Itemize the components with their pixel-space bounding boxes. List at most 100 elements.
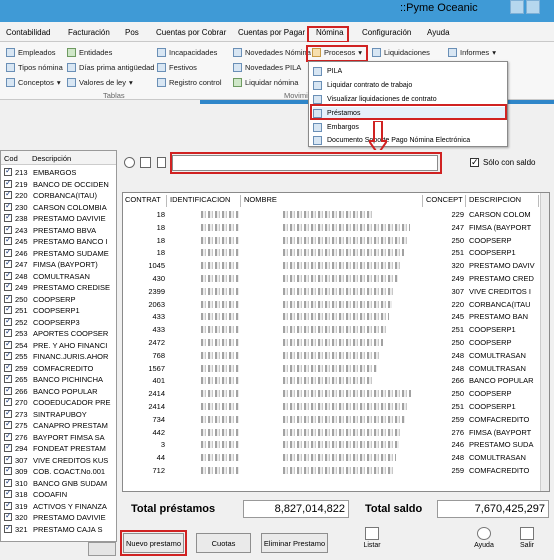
item-checkbox[interactable] [4, 294, 12, 303]
cuotas-button[interactable]: Cuotas [196, 533, 251, 553]
listar-button[interactable]: Listar [358, 527, 386, 549]
col-header-descripcion[interactable]: DESCRIPCION [467, 195, 539, 207]
solo-saldo-checkbox[interactable]: ✓ [470, 158, 479, 167]
list-item[interactable]: 320 PRESTAMO DAVIVIE [1, 512, 116, 523]
ribbon-empleados[interactable]: Empleados [6, 48, 56, 57]
list-item[interactable]: 255 FINANC.JURIS.AHOR [1, 351, 116, 362]
item-checkbox[interactable] [4, 466, 12, 475]
item-checkbox[interactable] [4, 340, 12, 349]
list-item[interactable]: 294 FONDEAT PRESTAM [1, 443, 116, 454]
item-checkbox[interactable] [4, 432, 12, 441]
col-header-identificacion[interactable]: IDENTIFICACION [168, 195, 241, 207]
ribbon-conceptos[interactable]: Conceptos ▾ [6, 78, 61, 87]
list-item[interactable]: 220 CORBANCA(ITAU) [1, 190, 116, 201]
table-row[interactable]: 44 248 COMULTRASAN [123, 452, 549, 463]
table-row[interactable]: 18 229 CARSON COLOM [123, 209, 549, 220]
list-item[interactable]: 238 PRESTAMO DAVIVIE [1, 213, 116, 224]
list-item[interactable]: 243 PRESTAMO BBVA [1, 225, 116, 236]
item-checkbox[interactable] [4, 501, 12, 510]
table-row[interactable]: 2414 250 COOPSERP [123, 388, 549, 399]
table-row[interactable]: 2472 250 COOPSERP [123, 337, 549, 348]
menu-item-pila[interactable]: PILA [313, 65, 505, 78]
item-checkbox[interactable] [4, 282, 12, 291]
item-checkbox[interactable] [4, 420, 12, 429]
list-item[interactable]: 273 SINTRAPUBOY [1, 409, 116, 420]
tab-pos[interactable]: Pos [125, 28, 139, 37]
ribbon-registro-control[interactable]: Registro control [157, 78, 222, 87]
ribbon-novedades-pila[interactable]: Novedades PILA [233, 63, 301, 72]
menu-item-documento-soporte[interactable]: Documento Soporte Pago Nómina Electrónic… [313, 134, 505, 147]
tab-cuentas-cobrar[interactable]: Cuentas por Cobrar [156, 28, 226, 37]
item-checkbox[interactable] [4, 259, 12, 268]
item-checkbox[interactable] [4, 271, 12, 280]
table-row[interactable]: 2414 251 COOPSERP1 [123, 401, 549, 412]
table-row[interactable]: 1045 320 PRESTAMO DAVIV [123, 260, 549, 271]
list-item[interactable]: 319 ACTIVOS Y FINANZA [1, 501, 116, 512]
menu-item-liquidar-contrato[interactable]: Liquidar contrato de trabajo [313, 79, 505, 92]
table-row[interactable]: 712 259 COMFACREDITO [123, 465, 549, 476]
table-row[interactable]: 2399 307 VIVE CREDITOS I [123, 286, 549, 297]
item-checkbox[interactable] [4, 409, 12, 418]
item-checkbox[interactable] [4, 386, 12, 395]
col-header-concepto[interactable]: CONCEPT [424, 195, 466, 207]
list-item[interactable]: 249 PRESTAMO CREDISE [1, 282, 116, 293]
eliminar-prestamo-button[interactable]: Eliminar Prestamo [261, 533, 328, 553]
ribbon-dias-prima[interactable]: Días prima antigüedad [67, 63, 154, 72]
menu-item-embargos[interactable]: Embargos [313, 121, 505, 134]
list-item[interactable]: 265 BANCO PICHINCHA [1, 374, 116, 385]
table-row[interactable]: 401 266 BANCO POPULAR [123, 375, 549, 386]
table-row[interactable]: 768 248 COMULTRASAN [123, 350, 549, 361]
list-item[interactable]: 318 COOAFIN [1, 489, 116, 500]
list-item[interactable]: 251 COOPSERP1 [1, 305, 116, 316]
tab-cuentas-pagar[interactable]: Cuentas por Pagar [238, 28, 305, 37]
list-item[interactable]: 230 CARSON COLOMBIA [1, 202, 116, 213]
table-row[interactable]: 3 246 PRESTAMO SUDA [123, 439, 549, 450]
ribbon-festivos[interactable]: Festivos [157, 63, 197, 72]
tab-facturacion[interactable]: Facturación [68, 28, 110, 37]
ribbon-entidades[interactable]: Entidades [67, 48, 112, 57]
item-checkbox[interactable] [4, 236, 12, 245]
list-item[interactable]: 266 BANCO POPULAR [1, 386, 116, 397]
item-checkbox[interactable] [4, 443, 12, 452]
tab-contabilidad[interactable]: Contabilidad [6, 28, 50, 37]
list-item[interactable]: 309 COB. COACT.No.001 [1, 466, 116, 477]
loans-grid[interactable]: CONTRAT IDENTIFICACION NOMBRE CONCEPT DE… [122, 192, 550, 492]
list-item[interactable]: 254 PRE. Y AHO FINANCI [1, 340, 116, 351]
list-item[interactable]: 252 COOPSERP3 [1, 317, 116, 328]
item-checkbox[interactable] [4, 489, 12, 498]
item-checkbox[interactable] [4, 213, 12, 222]
table-row[interactable]: 433 251 COOPSERP1 [123, 324, 549, 335]
item-checkbox[interactable] [4, 328, 12, 337]
concept-list[interactable]: Cod Descripción 213 EMBARGOS 219 BANCO DE O… [0, 150, 117, 542]
tab-ayuda[interactable]: Ayuda [427, 28, 450, 37]
ribbon-novedades-nomina[interactable]: Novedades Nómina [233, 48, 311, 57]
item-checkbox[interactable] [4, 397, 12, 406]
col-header-nombre[interactable]: NOMBRE [242, 195, 423, 207]
list-item[interactable]: 321 PRESTAMO CAJA S [1, 524, 116, 535]
item-checkbox[interactable] [4, 478, 12, 487]
list-item[interactable]: 246 PRESTAMO SUDAME [1, 248, 116, 259]
table-row[interactable]: 734 259 COMFACREDITO [123, 414, 549, 425]
col-header-contrato[interactable]: CONTRAT [123, 195, 167, 207]
item-checkbox[interactable] [4, 512, 12, 521]
table-row[interactable]: 18 251 COOPSERP1 [123, 247, 549, 258]
table-row[interactable]: 2063 220 CORBANCA(ITAU [123, 299, 549, 310]
list-item[interactable]: 245 PRESTAMO BANCO I [1, 236, 116, 247]
minimize-button[interactable] [510, 0, 524, 14]
tab-configuracion[interactable]: Configuración [362, 28, 411, 37]
col-header-descripcion[interactable]: Descripción [29, 151, 116, 165]
list-item[interactable]: 310 BANCO GNB SUDAM [1, 478, 116, 489]
item-checkbox[interactable] [4, 190, 12, 199]
list-item[interactable]: 219 BANCO DE OCCIDEN [1, 179, 116, 190]
list-item[interactable]: 275 CANAPRO PRESTAM [1, 420, 116, 431]
ribbon-tipos-nomina[interactable]: Tipos nómina [6, 63, 63, 72]
list-item[interactable]: 276 BAYPORT FIMSA SA [1, 432, 116, 443]
list-toolbar[interactable] [88, 542, 116, 556]
table-row[interactable]: 18 247 FIMSA (BAYPORT [123, 222, 549, 233]
item-checkbox[interactable] [4, 524, 12, 533]
list-item[interactable]: 250 COOPSERP [1, 294, 116, 305]
list-item[interactable]: 259 COMFACREDITO [1, 363, 116, 374]
table-row[interactable]: 1567 248 COMULTRASAN [123, 363, 549, 374]
list-item[interactable]: 270 COOEDUCADOR PRE [1, 397, 116, 408]
item-checkbox[interactable] [4, 202, 12, 211]
